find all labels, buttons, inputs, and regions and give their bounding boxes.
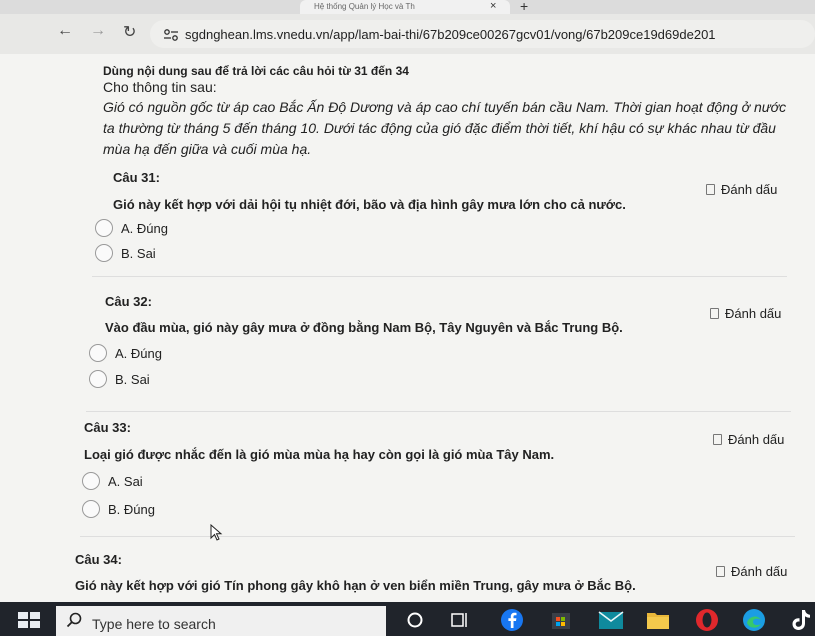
search-placeholder: Type here to search: [92, 616, 216, 632]
radio-button[interactable]: [95, 219, 113, 237]
file-explorer-icon[interactable]: [646, 609, 670, 631]
search-icon: [66, 612, 82, 628]
info-label: Cho thông tin sau:: [103, 79, 217, 95]
divider: [92, 276, 787, 277]
browser-tab[interactable]: Hệ thống Quản lý Học và Th: [300, 0, 510, 14]
radio-button[interactable]: [82, 500, 100, 518]
browser-toolbar: ← → ↻ sgdnghean.lms.vnedu.vn/app/lam-bai…: [0, 14, 815, 54]
cortana-icon[interactable]: [405, 610, 425, 630]
opera-icon[interactable]: [695, 608, 719, 632]
store-icon[interactable]: [550, 608, 572, 630]
question-32-text: Vào đầu mùa, gió này gây mưa ở đồng bằng…: [105, 320, 623, 335]
bookmark-icon: [713, 434, 722, 445]
question-32-option-a[interactable]: A. Đúng: [89, 344, 162, 362]
info-passage: Gió có nguồn gốc từ áp cao Bắc Ấn Độ Dươ…: [103, 99, 787, 157]
edge-icon[interactable]: [742, 608, 766, 632]
flag-question-34[interactable]: Đánh dấu: [716, 564, 787, 579]
site-settings-icon[interactable]: [163, 28, 179, 42]
radio-button[interactable]: [95, 244, 113, 262]
bookmark-icon: [710, 308, 719, 319]
question-34-text: Gió này kết hợp với gió Tín phong gây kh…: [75, 578, 636, 593]
taskbar-search-box[interactable]: Type here to search: [56, 606, 386, 636]
question-33-title: Câu 33:: [84, 420, 131, 435]
instruction-heading: Dùng nội dung sau để trả lời các câu hỏi…: [103, 64, 409, 78]
question-31-option-b[interactable]: B. Sai: [95, 244, 156, 262]
bookmark-icon: [716, 566, 725, 577]
divider: [80, 536, 795, 537]
tab-title: Hệ thống Quản lý Học và Th: [314, 2, 415, 11]
radio-button[interactable]: [89, 344, 107, 362]
question-31-title: Câu 31:: [113, 170, 160, 185]
question-33-text: Loại gió được nhắc đến là gió mùa mùa hạ…: [84, 447, 555, 462]
windows-start-icon[interactable]: [18, 612, 40, 628]
flag-question-31[interactable]: Đánh dấu: [706, 182, 777, 197]
radio-button[interactable]: [82, 472, 100, 490]
new-tab-button[interactable]: +: [520, 0, 528, 14]
facebook-icon[interactable]: [500, 608, 524, 632]
exam-page: Dùng nội dung sau để trả lời các câu hỏi…: [0, 54, 815, 602]
question-31-text: Gió này kết hợp với dải hội tụ nhiệt đới…: [113, 197, 626, 212]
bookmark-icon: [706, 184, 715, 195]
question-34-title: Câu 34:: [75, 552, 122, 567]
question-33-option-b[interactable]: B. Đúng: [82, 500, 155, 518]
question-32-option-b[interactable]: B. Sai: [89, 370, 150, 388]
forward-arrow-icon[interactable]: →: [90, 22, 106, 40]
question-32-title: Câu 32:: [105, 294, 152, 309]
flag-question-33[interactable]: Đánh dấu: [713, 432, 784, 447]
mouse-cursor-icon: [210, 524, 223, 541]
close-tab-icon[interactable]: ×: [490, 0, 496, 12]
tab-strip: Hệ thống Quản lý Học và Th × +: [0, 0, 815, 14]
flag-question-32[interactable]: Đánh dấu: [710, 306, 781, 321]
mail-icon[interactable]: [598, 609, 624, 631]
radio-button[interactable]: [89, 370, 107, 388]
question-31-option-a[interactable]: A. Đúng: [95, 219, 168, 237]
reload-icon[interactable]: ↻: [123, 22, 136, 42]
divider: [86, 411, 791, 412]
taskbar: Type here to search: [0, 602, 815, 636]
question-33-option-a[interactable]: A. Sai: [82, 472, 143, 490]
back-arrow-icon[interactable]: ←: [57, 22, 73, 40]
url-text[interactable]: sgdnghean.lms.vnedu.vn/app/lam-bai-thi/6…: [185, 27, 716, 42]
tiktok-icon[interactable]: [790, 608, 812, 632]
task-view-icon[interactable]: [450, 610, 470, 630]
